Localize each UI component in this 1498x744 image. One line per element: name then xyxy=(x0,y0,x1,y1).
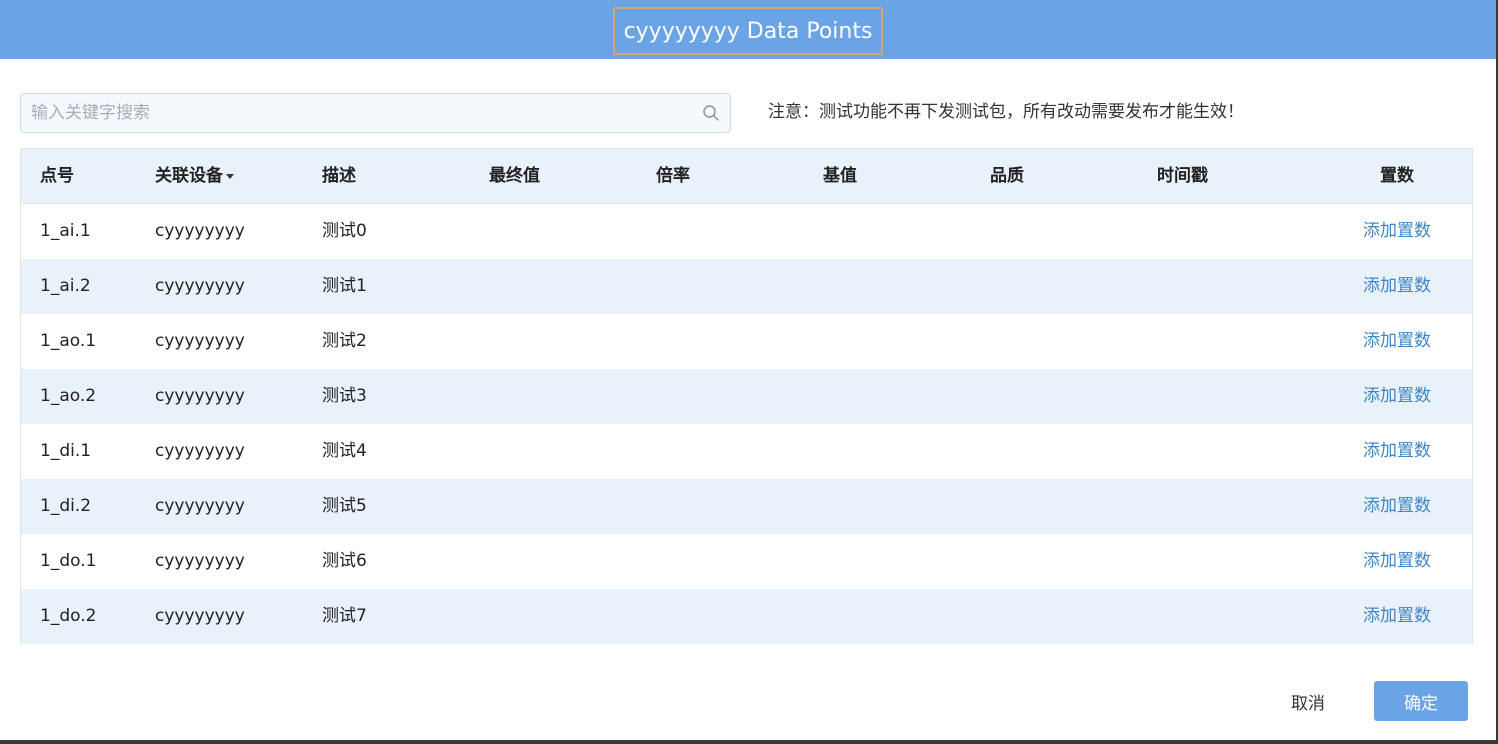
table-header: 点号 关联设备 描述 最终值 倍率 基值 品质 时间戳 置数 xyxy=(21,149,1472,204)
column-header-device-label: 关联设备 xyxy=(155,166,223,186)
add-set-value-link[interactable]: 添加置数 xyxy=(1363,534,1431,589)
dialog-header: cyyyyyyyy Data Points xyxy=(0,0,1498,59)
add-set-value-link[interactable]: 添加置数 xyxy=(1363,204,1431,259)
cell-desc: 测试6 xyxy=(322,551,367,571)
dialog-title: cyyyyyyyy Data Points xyxy=(613,7,883,55)
column-header-device[interactable]: 关联设备 xyxy=(155,149,234,204)
notice-text: 注意：测试功能不再下发测试包，所有改动需要发布才能生效！ xyxy=(768,102,1244,122)
cell-desc: 测试4 xyxy=(322,441,367,461)
cell-device: cyyyyyyyy xyxy=(155,496,245,516)
cell-point: 1_di.1 xyxy=(40,441,92,461)
cell-device: cyyyyyyyy xyxy=(155,221,245,241)
column-header-set-value: 置数 xyxy=(1380,166,1414,186)
cell-desc: 测试3 xyxy=(322,386,367,406)
cell-device: cyyyyyyyy xyxy=(155,606,245,626)
add-set-value-link[interactable]: 添加置数 xyxy=(1363,424,1431,479)
search-icon[interactable] xyxy=(702,104,720,122)
cell-device: cyyyyyyyy xyxy=(155,331,245,351)
cell-point: 1_ao.2 xyxy=(40,386,97,406)
table-row: 1_ao.1 cyyyyyyyy 测试2 添加置数 xyxy=(21,314,1472,369)
confirm-button[interactable]: 确定 xyxy=(1374,681,1468,721)
cancel-button[interactable]: 取消 xyxy=(1272,681,1344,721)
caret-down-icon[interactable] xyxy=(226,173,234,179)
add-set-value-link[interactable]: 添加置数 xyxy=(1363,589,1431,644)
column-header-final-value: 最终值 xyxy=(489,166,540,186)
table-row: 1_do.2 cyyyyyyyy 测试7 添加置数 xyxy=(21,589,1472,644)
column-header-rate: 倍率 xyxy=(656,166,690,186)
column-header-timestamp: 时间戳 xyxy=(1157,166,1208,186)
table-row: 1_ao.2 cyyyyyyyy 测试3 添加置数 xyxy=(21,369,1472,424)
cell-device: cyyyyyyyy xyxy=(155,386,245,406)
window-edge-bottom xyxy=(0,740,1498,744)
search-box[interactable] xyxy=(20,93,731,133)
add-set-value-link[interactable]: 添加置数 xyxy=(1363,314,1431,369)
table-row: 1_do.1 cyyyyyyyy 测试6 添加置数 xyxy=(21,534,1472,589)
column-header-point: 点号 xyxy=(40,166,74,186)
search-input[interactable] xyxy=(21,94,691,132)
column-header-base: 基值 xyxy=(823,166,857,186)
column-header-quality: 品质 xyxy=(990,166,1024,186)
add-set-value-link[interactable]: 添加置数 xyxy=(1363,479,1431,534)
cell-device: cyyyyyyyy xyxy=(155,551,245,571)
cell-desc: 测试0 xyxy=(322,221,367,241)
add-set-value-link[interactable]: 添加置数 xyxy=(1363,369,1431,424)
cell-point: 1_do.1 xyxy=(40,551,97,571)
cell-desc: 测试2 xyxy=(322,331,367,351)
cell-desc: 测试1 xyxy=(322,276,367,296)
table-row: 1_ai.2 cyyyyyyyy 测试1 添加置数 xyxy=(21,259,1472,314)
cell-desc: 测试7 xyxy=(322,606,367,626)
add-set-value-link[interactable]: 添加置数 xyxy=(1363,259,1431,314)
table-row: 1_di.1 cyyyyyyyy 测试4 添加置数 xyxy=(21,424,1472,479)
table-row: 1_ai.1 cyyyyyyyy 测试0 添加置数 xyxy=(21,204,1472,259)
cell-point: 1_ai.2 xyxy=(40,276,91,296)
cell-device: cyyyyyyyy xyxy=(155,441,245,461)
column-header-desc: 描述 xyxy=(322,166,356,186)
cell-point: 1_di.2 xyxy=(40,496,92,516)
cell-point: 1_ai.1 xyxy=(40,221,91,241)
data-points-table: 点号 关联设备 描述 最终值 倍率 基值 品质 时间戳 置数 1_ai.1cyy… xyxy=(20,148,1473,644)
cell-point: 1_do.2 xyxy=(40,606,97,626)
cell-device: cyyyyyyyy xyxy=(155,276,245,296)
table-row: 1_di.2 cyyyyyyyy 测试5 添加置数 xyxy=(21,479,1472,534)
cell-desc: 测试5 xyxy=(322,496,367,516)
cell-point: 1_ao.1 xyxy=(40,331,97,351)
